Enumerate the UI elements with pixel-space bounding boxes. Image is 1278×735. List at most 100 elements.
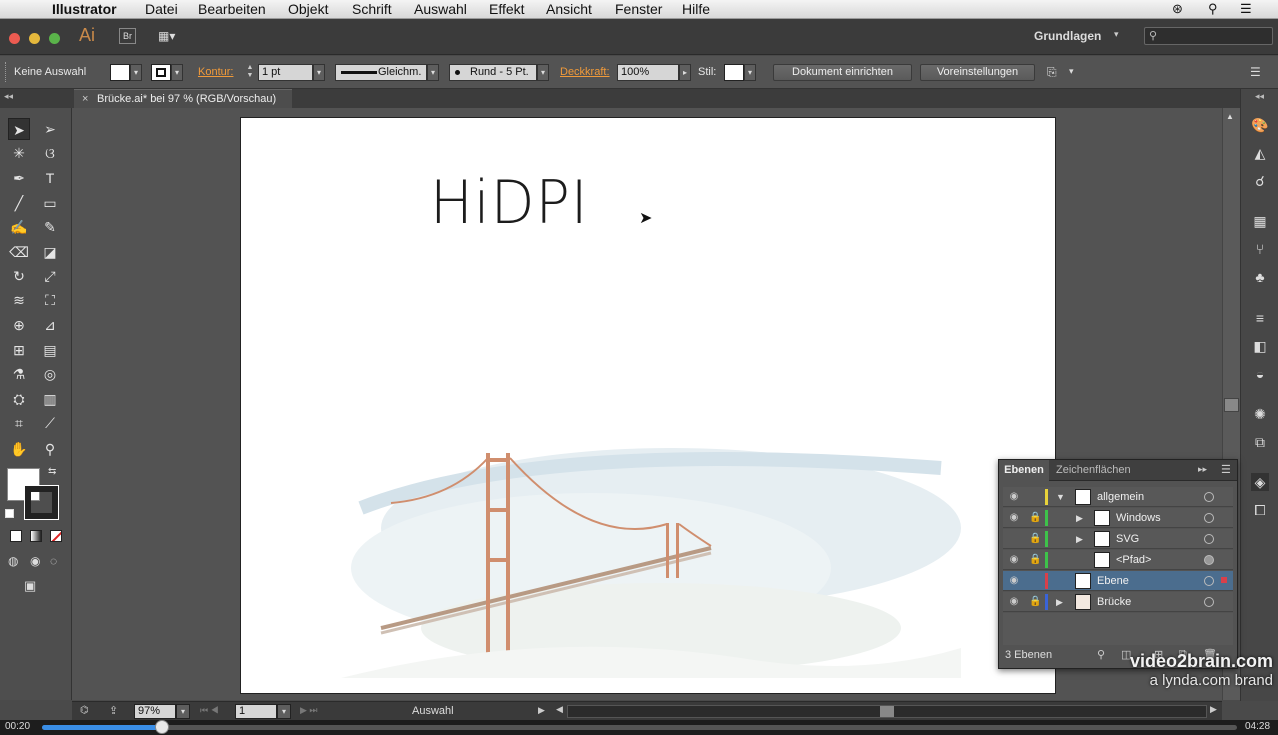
lock-icon[interactable]: 🔒: [1029, 532, 1041, 546]
arrange-chevron-icon[interactable]: ▾: [1069, 66, 1074, 77]
mesh-tool-icon[interactable]: ⊞: [8, 339, 30, 361]
layer-name[interactable]: Ebene: [1097, 571, 1129, 591]
lasso-tool-icon[interactable]: ଓ: [39, 142, 61, 164]
collapse-triangle-icon[interactable]: ▼: [1056, 490, 1065, 504]
blend-tool-icon[interactable]: ◎: [39, 363, 61, 385]
transparency-icon[interactable]: ◒: [1251, 365, 1269, 383]
stroke-weight-dropdown[interactable]: ▾: [313, 64, 325, 81]
artboard-dropdown[interactable]: ▾: [277, 704, 291, 719]
expand-triangle-icon[interactable]: ▶: [1056, 595, 1063, 609]
expand-triangle-icon[interactable]: ▶: [1076, 511, 1083, 525]
color-mode-icon[interactable]: [10, 530, 22, 542]
brush-select[interactable]: Rund - 5 Pt.: [449, 64, 537, 81]
menu-auswahl[interactable]: Auswahl: [414, 0, 467, 18]
scroll-up-icon[interactable]: ▲: [1226, 112, 1234, 121]
stroke-panel-icon[interactable]: ≡: [1251, 309, 1269, 327]
status-menu-icon[interactable]: ▶: [538, 705, 545, 716]
zoom-window-button[interactable]: [49, 33, 60, 44]
selection-tool-icon[interactable]: ➤: [8, 118, 30, 140]
layer-row-allgemein[interactable]: ◉ ▼ allgemein: [1003, 487, 1233, 507]
graphic-style-swatch[interactable]: [724, 64, 744, 81]
graphic-styles-icon[interactable]: ✺: [1251, 405, 1269, 423]
workspace-switcher[interactable]: Grundlagen: [1034, 29, 1101, 43]
menu-ansicht[interactable]: Ansicht: [546, 0, 592, 18]
shape-builder-tool-icon[interactable]: ⊕: [8, 314, 30, 336]
menu-hilfe[interactable]: Hilfe: [682, 0, 710, 18]
lock-icon[interactable]: 🔒: [1029, 511, 1041, 525]
default-colors-icon[interactable]: [5, 509, 14, 518]
lock-icon[interactable]: 🔒: [1029, 553, 1041, 567]
menu-fenster[interactable]: Fenster: [615, 0, 662, 18]
close-tab-icon[interactable]: ×: [82, 90, 88, 108]
stroke-weight-stepper[interactable]: ▲ ▼: [243, 64, 257, 81]
menu-schrift[interactable]: Schrift: [352, 0, 392, 18]
perspective-grid-tool-icon[interactable]: ⊿: [39, 314, 61, 336]
vertical-scroll-thumb[interactable]: [1224, 398, 1239, 412]
swap-fill-stroke-icon[interactable]: ⇆: [48, 466, 56, 477]
layer-row-svg[interactable]: 🔒 ▶ SVG: [1003, 529, 1233, 549]
arrange-icon[interactable]: ⎘: [1047, 65, 1057, 80]
stroke-color-swatch[interactable]: [151, 64, 171, 81]
arrange-documents-button[interactable]: ▦▾: [158, 28, 186, 44]
free-transform-tool-icon[interactable]: ⛶: [39, 289, 61, 311]
layers-panel-icon[interactable]: ◈: [1251, 473, 1269, 491]
width-tool-icon[interactable]: ≋: [8, 289, 30, 311]
panel-grip[interactable]: [5, 62, 7, 82]
pen-tool-icon[interactable]: ✒: [8, 167, 30, 189]
stroke-dropdown[interactable]: ▾: [171, 64, 183, 81]
scroll-right-icon[interactable]: ▶: [1210, 704, 1217, 715]
layer-row-ebene[interactable]: ◉ Ebene: [1003, 571, 1233, 591]
first-artboard-icon[interactable]: ⏮ ◀: [200, 705, 219, 716]
draw-behind-icon[interactable]: ◉: [30, 554, 46, 569]
scale-tool-icon[interactable]: ⤢: [39, 265, 61, 287]
target-circle-icon[interactable]: [1204, 534, 1214, 544]
menu-objekt[interactable]: Objekt: [288, 0, 328, 18]
collapse-toolbox-icon[interactable]: ◂◂: [4, 91, 13, 102]
asset-export-icon[interactable]: ⧉: [1251, 433, 1269, 451]
color-panel-icon[interactable]: 🎨: [1251, 116, 1269, 134]
layer-row-pfad[interactable]: ◉ 🔒 <Pfad>: [1003, 550, 1233, 570]
artboards-panel-icon[interactable]: ⧠: [1251, 501, 1269, 519]
line-tool-icon[interactable]: ╱: [8, 192, 30, 214]
type-tool-icon[interactable]: T: [39, 167, 61, 189]
column-graph-tool-icon[interactable]: ▥: [39, 388, 61, 410]
target-circle-icon[interactable]: [1204, 492, 1214, 502]
spotlight-search-icon[interactable]: ⚲: [1208, 0, 1218, 18]
opacity-label[interactable]: Deckkraft:: [560, 66, 610, 78]
visibility-eye-icon[interactable]: ◉: [1007, 511, 1021, 525]
zoom-level-input[interactable]: 97%: [134, 704, 176, 719]
layer-row-windows[interactable]: ◉ 🔒 ▶ Windows: [1003, 508, 1233, 528]
fill-color-swatch[interactable]: [110, 64, 130, 81]
zoom-tool-icon[interactable]: ⚲: [39, 438, 61, 460]
direct-selection-tool-icon[interactable]: ➢: [39, 118, 61, 140]
tab-layers[interactable]: Ebenen: [999, 460, 1049, 481]
layer-name[interactable]: SVG: [1116, 529, 1139, 549]
search-field[interactable]: ⚲: [1144, 27, 1273, 45]
symbols-icon[interactable]: ♣: [1251, 268, 1269, 286]
layer-name[interactable]: Brücke: [1097, 592, 1131, 612]
swatches-icon[interactable]: ▦: [1251, 212, 1269, 230]
none-mode-icon[interactable]: [50, 530, 62, 542]
close-window-button[interactable]: [9, 33, 20, 44]
control-panel-menu-icon[interactable]: ☰: [1250, 65, 1261, 79]
last-artboard-icon[interactable]: ▶ ⏭: [300, 705, 318, 716]
opacity-dropdown[interactable]: ▸: [679, 64, 691, 81]
blob-brush-tool-icon[interactable]: ⌫: [8, 241, 30, 263]
appearance-icon[interactable]: ☌: [1251, 172, 1269, 190]
visibility-eye-icon[interactable]: ◉: [1007, 490, 1021, 504]
minimize-window-button[interactable]: [29, 33, 40, 44]
stroke-weight-input[interactable]: 1 pt: [258, 64, 313, 81]
target-circle-icon[interactable]: [1204, 513, 1214, 523]
layer-name[interactable]: allgemein: [1097, 487, 1144, 507]
timeline-scrubber[interactable]: [154, 720, 169, 734]
share-icon[interactable]: ⇪: [109, 704, 118, 717]
layer-name[interactable]: <Pfad>: [1116, 550, 1151, 570]
artboard-number-input[interactable]: 1: [235, 704, 277, 719]
workspace-chevron-icon[interactable]: ▾: [1114, 29, 1119, 40]
artboard[interactable]: HiDPI ➤: [240, 117, 1056, 694]
visibility-eye-icon[interactable]: ◉: [1007, 595, 1021, 609]
eyedropper-tool-icon[interactable]: ⚗: [8, 363, 30, 385]
target-circle-icon[interactable]: [1204, 576, 1214, 586]
menu-effekt[interactable]: Effekt: [489, 0, 525, 18]
hand-tool-icon[interactable]: ✋: [8, 438, 30, 460]
